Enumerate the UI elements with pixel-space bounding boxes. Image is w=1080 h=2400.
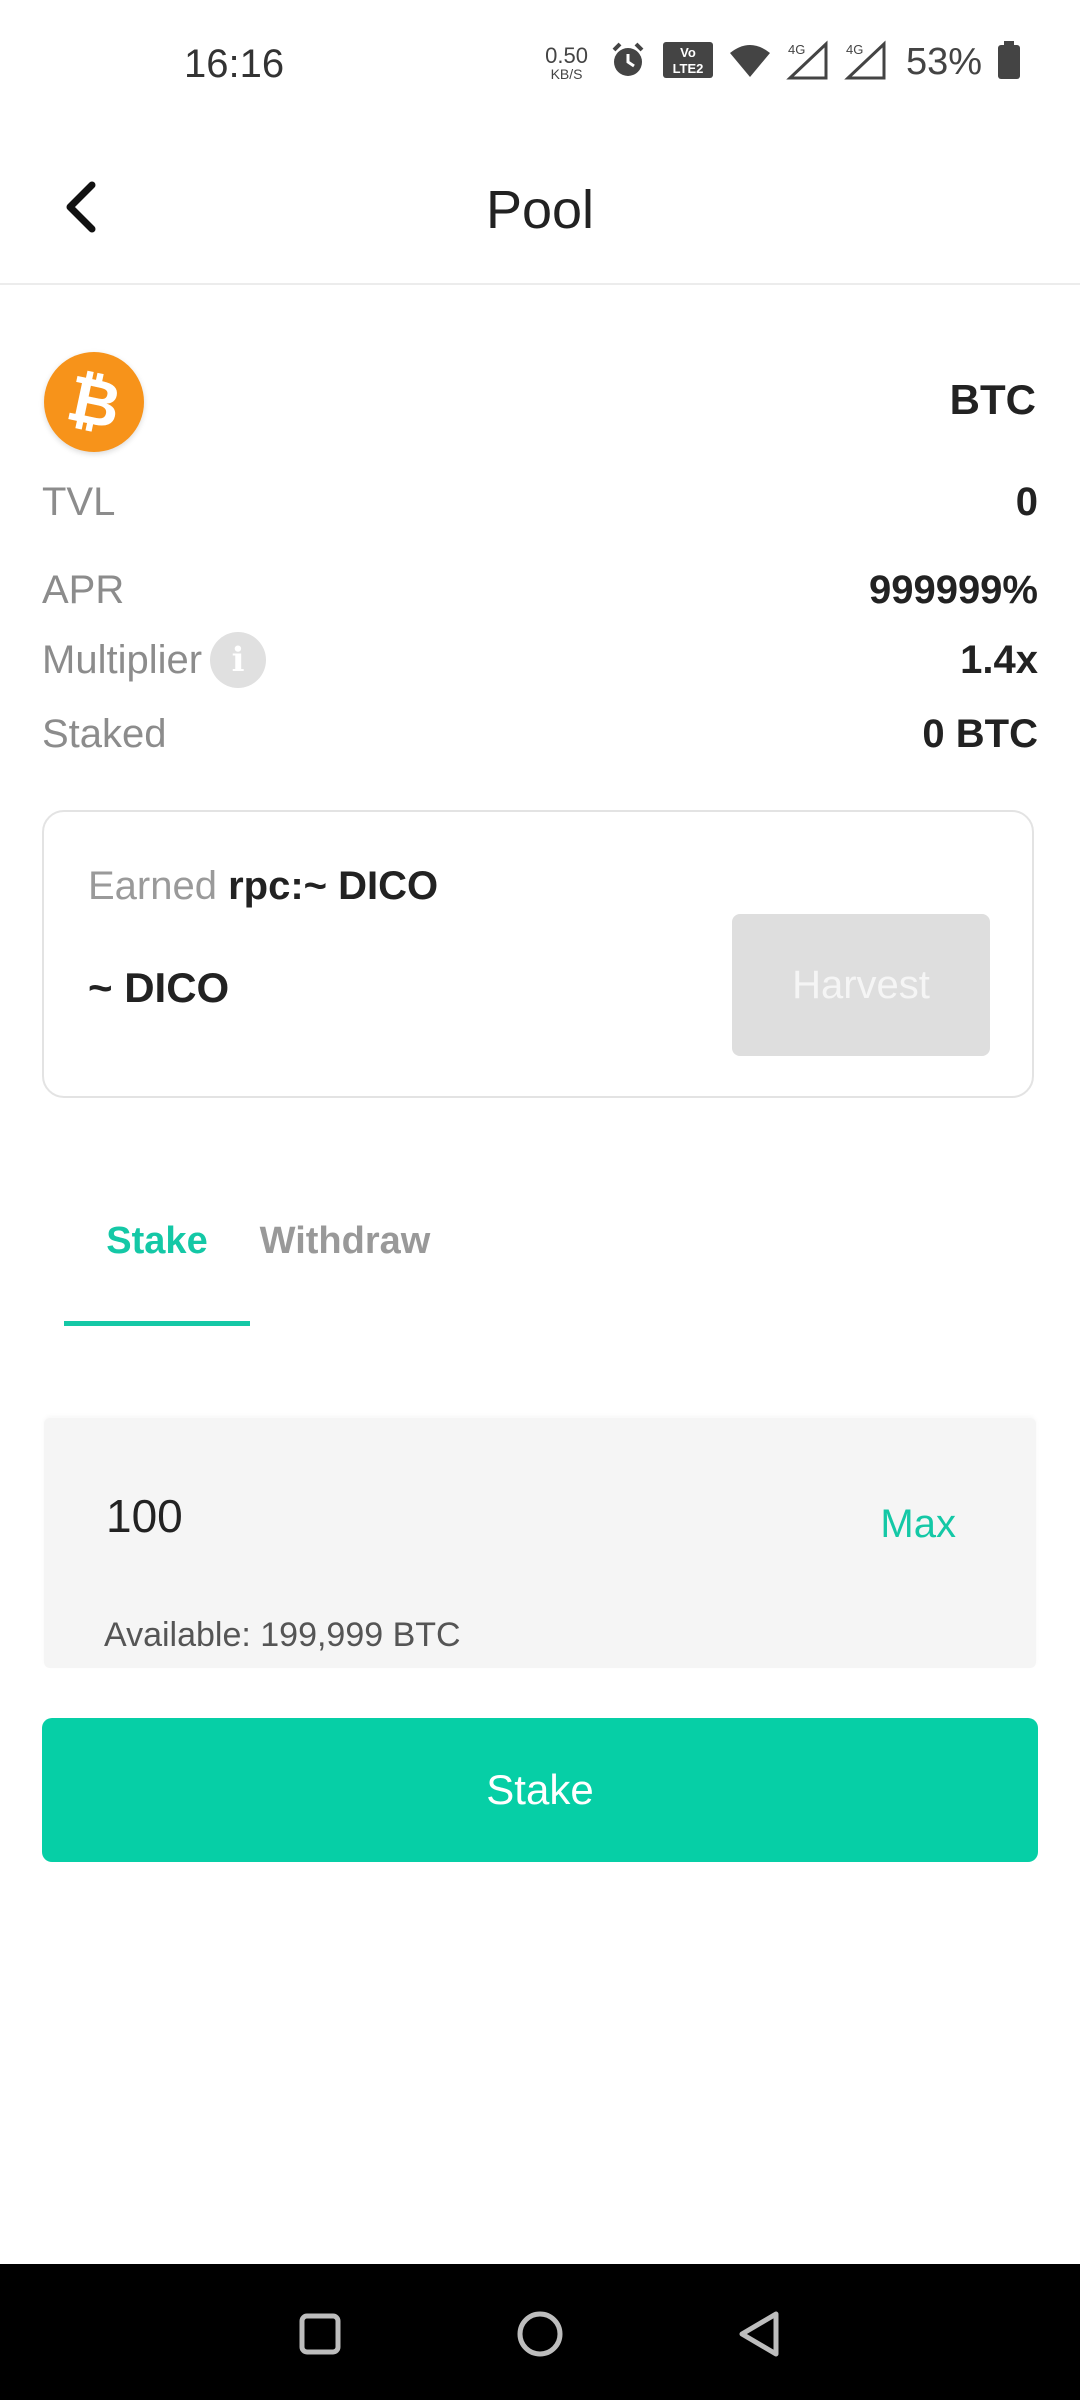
tab-withdraw[interactable]: Withdraw	[250, 1220, 440, 1326]
stat-value: 1.4x	[960, 637, 1038, 682]
home-button[interactable]	[500, 2294, 580, 2374]
earned-label-token: rpc:~ DICO	[228, 864, 439, 908]
stake-button[interactable]: Stake	[42, 1718, 1038, 1862]
stat-label: APR	[42, 568, 125, 612]
triangle-back-icon	[739, 2311, 779, 2357]
stat-label-wrap: Multiplier i	[42, 632, 267, 688]
btc-logo-glyph: ₿	[60, 360, 128, 445]
battery-icon	[996, 40, 1022, 85]
stake-amount-input[interactable]	[104, 1488, 708, 1544]
recents-button[interactable]	[280, 2294, 360, 2374]
stat-label: Multiplier	[42, 637, 203, 682]
network-speed-value: 0.50	[545, 42, 588, 68]
stat-label: Staked	[42, 712, 167, 756]
stake-amount-box: Max Available: 199,999 BTC	[44, 1418, 1036, 1668]
tab-stake[interactable]: Stake	[64, 1220, 250, 1326]
back-nav-button[interactable]	[720, 2294, 800, 2374]
coin-symbol: BTC	[949, 376, 1036, 423]
earned-card: Earned rpc:~ DICO ~ DICO Harvest	[42, 810, 1034, 1098]
battery-percent: 53%	[905, 41, 982, 83]
earned-amount: ~ DICO	[88, 964, 230, 1011]
stat-row-multiplier: Multiplier i 1.4x	[42, 632, 1038, 688]
svg-text:LTE2: LTE2	[673, 61, 704, 76]
svg-text:4G: 4G	[846, 42, 863, 57]
stat-label: TVL	[42, 480, 116, 524]
stat-row-staked: Staked 0 BTC	[42, 712, 1038, 757]
network-speed-unit: KB/S	[550, 65, 583, 82]
status-bar: 16:16 0.50 KB/S Vo LTE2 4G 4G 53%	[0, 0, 1080, 135]
stake-withdraw-tabs: Stake Withdraw	[64, 1220, 664, 1326]
status-time: 16:16	[184, 42, 285, 86]
app-header: Pool	[0, 135, 1080, 285]
page-title: Pool	[485, 180, 595, 240]
signal-4g-icon: 4G	[844, 40, 888, 85]
alarm-icon	[608, 40, 648, 85]
earned-label-prefix: Earned	[88, 864, 217, 908]
square-icon	[299, 2313, 341, 2355]
stat-row-tvl: TVL 0	[42, 480, 1038, 525]
stat-value: 999999%	[868, 568, 1038, 612]
wifi-icon	[728, 41, 772, 84]
stat-value: 0	[1015, 480, 1038, 524]
stat-value: 0 BTC	[922, 712, 1038, 756]
system-nav-bar	[0, 2264, 1080, 2400]
max-button[interactable]: Max	[880, 1502, 956, 1547]
svg-text:Vo: Vo	[680, 45, 696, 60]
harvest-button[interactable]: Harvest	[732, 914, 990, 1056]
signal-4g-icon: 4G	[786, 40, 830, 85]
info-icon[interactable]: i	[210, 632, 267, 688]
svg-text:4G: 4G	[788, 42, 805, 57]
status-icons: 0.50 KB/S Vo LTE2 4G 4G 53%	[545, 40, 1022, 85]
network-speed: 0.50 KB/S	[545, 42, 588, 82]
circle-icon	[517, 2311, 563, 2357]
volte-icon: Vo LTE2	[662, 41, 714, 84]
available-balance: Available: 199,999 BTC	[104, 1616, 461, 1654]
earned-label: Earned rpc:~ DICO	[88, 864, 438, 909]
stat-row-apr: APR 999999%	[42, 568, 1038, 613]
btc-logo-icon: ₿	[44, 352, 144, 452]
